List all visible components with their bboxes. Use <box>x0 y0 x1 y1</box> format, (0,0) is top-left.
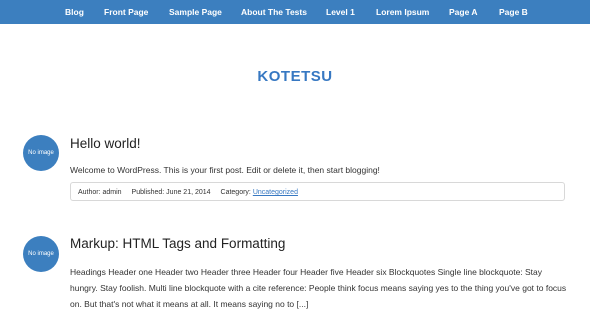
post-thumbnail[interactable]: No image <box>23 236 59 272</box>
post-meta: Author: admin Published: June 21, 2014 C… <box>70 182 565 201</box>
post-excerpt: Headings Header one Header two Header th… <box>70 267 567 309</box>
post-published-date: Published: June 21, 2014 <box>131 189 211 196</box>
nav-item-blog[interactable]: Blog <box>65 6 84 18</box>
nav-item-level-1[interactable]: Level 1 <box>326 6 355 18</box>
nav-item-about-the-tests[interactable]: About The Tests <box>241 6 307 18</box>
site-title[interactable]: KOTETSU <box>0 68 590 85</box>
nav-item-page-b[interactable]: Page B <box>499 6 528 18</box>
nav-item-sample-page[interactable]: Sample Page <box>169 6 222 18</box>
post-excerpt: Welcome to WordPress. This is your first… <box>70 165 380 175</box>
nav-item-page-a[interactable]: Page A <box>449 6 478 18</box>
post-title[interactable]: Hello world! <box>70 136 141 151</box>
post-category-link[interactable]: Uncategorized <box>253 189 298 196</box>
nav-item-front-page[interactable]: Front Page <box>104 6 148 18</box>
top-navigation: Blog Front Page Sample Page About The Te… <box>0 0 590 24</box>
post-category-label: Category: <box>220 189 251 196</box>
post-title[interactable]: Markup: HTML Tags and Formatting <box>70 236 285 251</box>
nav-item-lorem-ipsum[interactable]: Lorem Ipsum <box>376 6 429 18</box>
post-author: Author: admin <box>78 189 122 196</box>
post-thumbnail[interactable]: No image <box>23 135 59 171</box>
